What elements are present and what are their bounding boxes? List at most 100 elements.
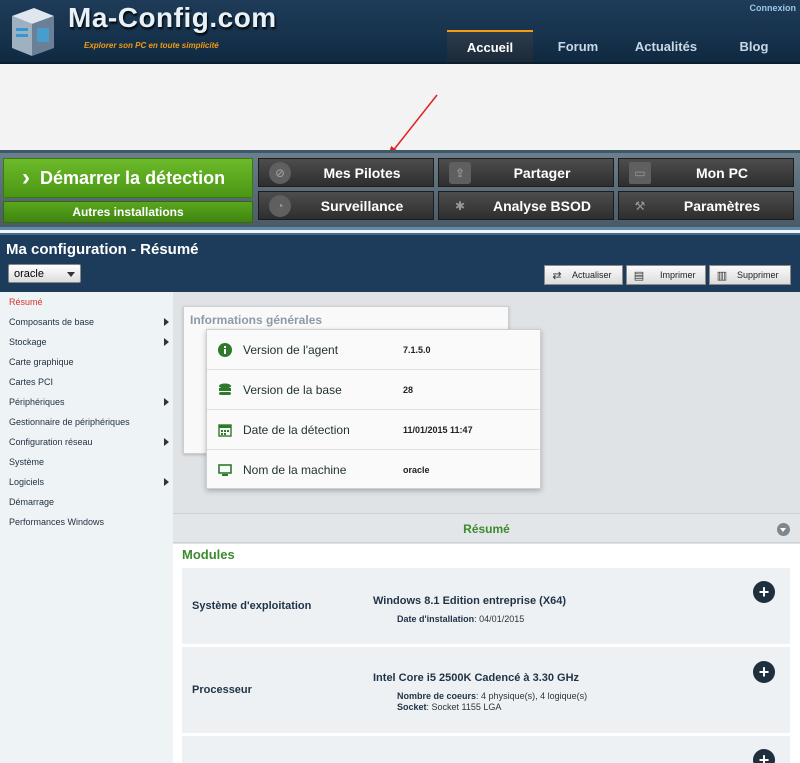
info-label: Nom de la machine bbox=[243, 463, 347, 477]
site-header: Ma-Config.com Explorer son PC en toute s… bbox=[0, 0, 800, 64]
my-pc-label: Mon PC bbox=[695, 164, 749, 181]
info-row-machine-name: Nom de la machine oracle bbox=[207, 450, 540, 490]
delete-label: Supprimer bbox=[737, 270, 779, 280]
sidebar-item-reseau[interactable]: Configuration réseau bbox=[9, 434, 169, 450]
logo-tagline: Explorer son PC en toute simplicité bbox=[84, 41, 219, 50]
logo-title[interactable]: Ma-Config.com bbox=[68, 2, 277, 34]
chevron-right-icon bbox=[164, 398, 169, 406]
machine-select[interactable]: oracle bbox=[8, 264, 81, 283]
modules-section: Modules Système d'exploitation Windows 8… bbox=[173, 544, 800, 763]
resume-section-title: Résumé bbox=[463, 522, 510, 536]
expand-plus-icon[interactable]: + bbox=[753, 661, 775, 683]
nav-tab-accueil[interactable]: Accueil bbox=[447, 30, 533, 62]
start-detection-label: Démarrer la détection bbox=[40, 167, 226, 188]
print-button[interactable]: ▤ Imprimer bbox=[626, 265, 706, 285]
module-detail: Date d'installation: 04/01/2015 bbox=[397, 614, 525, 624]
sidebar-item-logiciels[interactable]: Logiciels bbox=[9, 474, 169, 490]
sidebar-item-label: Logiciels bbox=[9, 477, 45, 487]
monitor-icon bbox=[218, 463, 232, 477]
module-name: Système d'exploitation bbox=[192, 600, 312, 612]
start-detection-button[interactable]: › Démarrer la détection bbox=[3, 158, 253, 198]
nav-tab-forum[interactable]: Forum bbox=[537, 30, 619, 62]
info-row-db-version: Version de la base 28 bbox=[207, 370, 540, 410]
module-name: Processeur bbox=[192, 684, 252, 696]
sidebar-item-label: Carte graphique bbox=[9, 357, 74, 367]
general-info-card: Version de l'agent 7.1.5.0 Version de la… bbox=[206, 329, 541, 489]
sidebar-item-label: Gestionnaire de périphériques bbox=[9, 417, 130, 427]
info-label: Version de la base bbox=[243, 382, 342, 397]
modules-title: Modules bbox=[182, 547, 235, 562]
info-label: Date de la détection bbox=[243, 422, 350, 437]
info-value: 11/01/2015 11:47 bbox=[403, 424, 473, 435]
compass-icon: ⊘ bbox=[269, 161, 291, 184]
info-value: 28 bbox=[403, 384, 414, 395]
my-drivers-button[interactable]: ⊘ Mes Pilotes bbox=[258, 158, 434, 187]
printer-icon: ▤ bbox=[633, 269, 645, 282]
sidebar-item-resume[interactable]: Résumé bbox=[9, 294, 169, 310]
print-label: Imprimer bbox=[660, 270, 696, 280]
sidebar-item-cartes-pci[interactable]: Cartes PCI bbox=[9, 374, 169, 390]
bug-icon: ✱ bbox=[454, 198, 466, 213]
sidebar-item-label: Démarrage bbox=[9, 497, 55, 507]
connexion-link[interactable]: Connexion bbox=[750, 3, 797, 13]
delete-button[interactable]: ▥ Supprimer bbox=[709, 265, 791, 285]
chevron-right-icon bbox=[164, 338, 169, 346]
sidebar-item-demarrage[interactable]: Démarrage bbox=[9, 494, 169, 510]
sidebar-item-systeme[interactable]: Système bbox=[9, 454, 169, 470]
sidebar-item-carte-graphique[interactable]: Carte graphique bbox=[9, 354, 169, 370]
bsod-analysis-button[interactable]: ✱ Analyse BSOD bbox=[438, 191, 614, 220]
logo-pc-icon[interactable] bbox=[4, 2, 60, 58]
sidebar-item-composants[interactable]: Composants de base bbox=[9, 314, 169, 330]
module-card-os: Système d'exploitation Windows 8.1 Editi… bbox=[182, 568, 790, 644]
sidebar-item-label: Périphériques bbox=[9, 397, 65, 407]
monitoring-button[interactable]: ◔ Surveillance bbox=[258, 191, 434, 220]
expand-plus-icon[interactable]: + bbox=[753, 749, 775, 763]
share-button[interactable]: ⇪ Partager bbox=[438, 158, 614, 187]
machine-select-value: oracle bbox=[14, 267, 44, 280]
sidebar-item-label: Composants de base bbox=[9, 317, 95, 327]
sidebar-item-performances[interactable]: Performances Windows bbox=[9, 514, 169, 530]
refresh-button[interactable]: ⇄ Actualiser bbox=[544, 265, 623, 285]
settings-button[interactable]: ⚒ Paramètres bbox=[618, 191, 794, 220]
sidebar-item-gestionnaire[interactable]: Gestionnaire de périphériques bbox=[9, 414, 169, 430]
info-icon bbox=[218, 342, 232, 357]
collapse-toggle-icon[interactable] bbox=[777, 523, 790, 536]
detail-key: Date d'installation bbox=[397, 614, 475, 624]
sidebar-item-label: Stockage bbox=[9, 337, 47, 347]
share-icon: ⇪ bbox=[449, 161, 471, 184]
expand-plus-icon[interactable]: + bbox=[753, 581, 775, 603]
detail-value: Socket 1155 LGA bbox=[431, 702, 502, 712]
resume-section-header[interactable]: Résumé bbox=[173, 513, 800, 543]
wrench-icon: ⚒ bbox=[634, 198, 646, 213]
module-title: Intel Core i5 2500K Cadencé à 3.30 GHz bbox=[373, 672, 580, 684]
my-pc-button[interactable]: ▭ Mon PC bbox=[618, 158, 794, 187]
refresh-label: Actualiser bbox=[572, 270, 612, 280]
sidebar: Résumé Composants de base Stockage Carte… bbox=[0, 292, 173, 763]
sidebar-item-peripheriques[interactable]: Périphériques bbox=[9, 394, 169, 410]
nav-tab-blog[interactable]: Blog bbox=[712, 30, 796, 62]
detail-value: 4 physique(s), 4 logique(s) bbox=[481, 691, 588, 701]
monitor-icon: ▭ bbox=[629, 161, 651, 184]
sidebar-item-label: Résumé bbox=[9, 297, 43, 307]
sidebar-item-label: Système bbox=[9, 457, 45, 467]
other-installations-button[interactable]: Autres installations bbox=[3, 201, 253, 223]
chevron-right-icon: › bbox=[22, 164, 30, 191]
chevron-right-icon bbox=[164, 478, 169, 486]
info-value: oracle bbox=[403, 465, 430, 475]
module-detail: Nombre de coeurs: 4 physique(s), 4 logiq… bbox=[397, 691, 588, 701]
info-label: Version de l'agent bbox=[243, 342, 339, 357]
info-row-detection-date: Date de la détection 11/01/2015 11:47 bbox=[207, 410, 540, 450]
main-content: Informations générales Version de l'agen… bbox=[173, 292, 800, 763]
bsod-analysis-label: Analyse BSOD bbox=[492, 197, 592, 214]
my-drivers-label: Mes Pilotes bbox=[323, 164, 401, 181]
nav-tab-actualites[interactable]: Actualités bbox=[622, 30, 710, 62]
trash-icon: ▥ bbox=[716, 269, 728, 282]
page-title: Ma configuration - Résumé bbox=[6, 241, 199, 258]
module-title: Windows 8.1 Edition entreprise (X64) bbox=[373, 595, 567, 607]
sidebar-item-label: Configuration réseau bbox=[9, 437, 93, 447]
gauge-icon: ◔ bbox=[269, 194, 291, 217]
sidebar-item-stockage[interactable]: Stockage bbox=[9, 334, 169, 350]
module-card-cpu: Processeur Intel Core i5 2500K Cadencé à… bbox=[182, 647, 790, 733]
database-icon bbox=[218, 383, 232, 397]
detail-key: Nombre de coeurs bbox=[397, 691, 477, 701]
